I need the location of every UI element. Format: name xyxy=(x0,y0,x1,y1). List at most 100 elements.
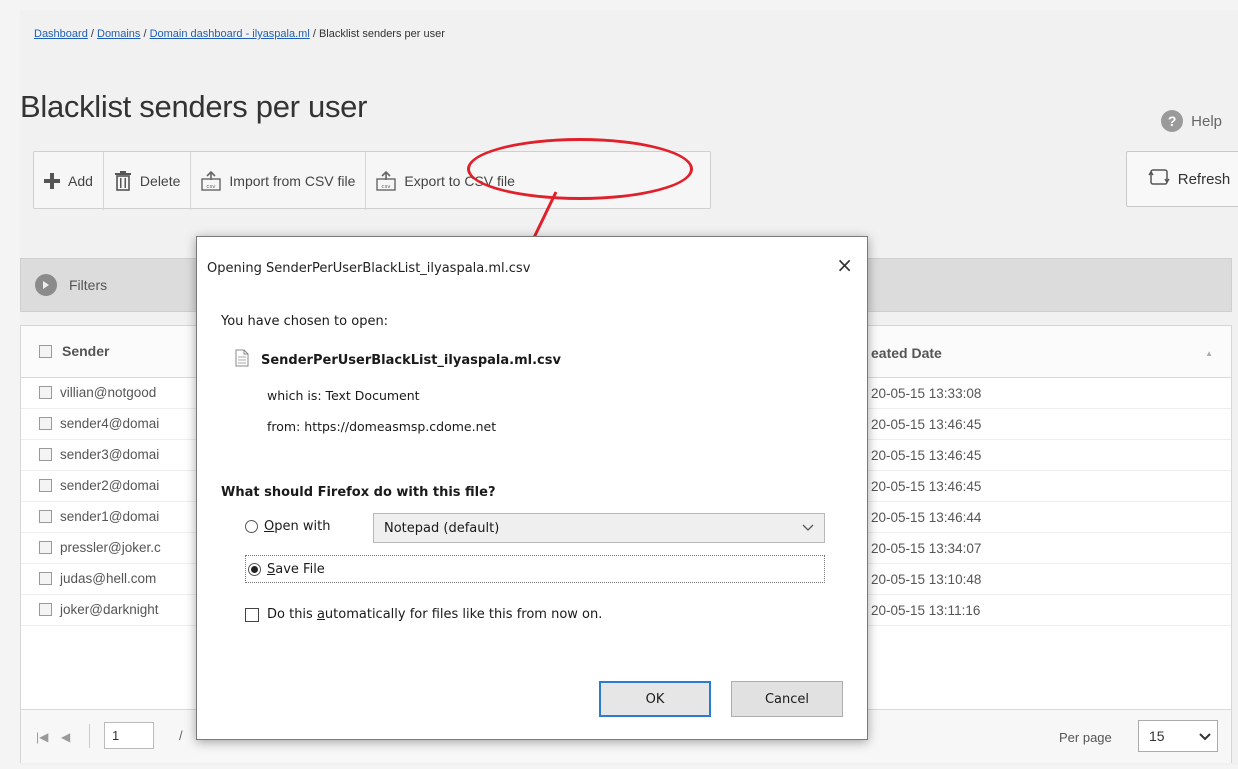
per-page-label: Per page xyxy=(1059,730,1112,745)
auto-action-label-prefix: Do this xyxy=(267,607,317,622)
breadcrumb-domain-dashboard[interactable]: Domain dashboard - ilyaspala.ml xyxy=(150,28,310,40)
breadcrumb-separator: / xyxy=(309,28,319,40)
created-date-column-header[interactable]: eated Date xyxy=(871,345,942,361)
refresh-label: Refresh xyxy=(1177,170,1231,188)
breadcrumb-separator: / xyxy=(87,28,97,40)
breadcrumb-current: Blacklist senders per user xyxy=(318,28,445,40)
date-cell: 20-05-15 13:46:44 xyxy=(871,510,982,525)
dialog-question: What should Firefox do with this file? xyxy=(221,485,496,500)
per-page-select[interactable]: 15 xyxy=(1138,720,1218,752)
date-cell: 20-05-15 13:34:07 xyxy=(871,541,982,556)
row-checkbox[interactable] xyxy=(39,448,52,461)
open-with-accesskey: O xyxy=(264,519,275,534)
sender-cell: sender1@domai xyxy=(60,509,160,524)
row-checkbox[interactable] xyxy=(39,510,52,523)
open-with-app-select[interactable]: Notepad (default) xyxy=(373,513,825,543)
per-page-value: 15 xyxy=(1149,728,1165,744)
file-source: from: https://domeasmsp.cdome.net xyxy=(267,419,497,434)
save-file-radio[interactable] xyxy=(248,562,261,576)
expand-filters-icon xyxy=(35,274,57,296)
delete-label: Delete xyxy=(139,173,181,189)
add-button[interactable]: Add xyxy=(34,152,104,210)
sender-cell: sender2@domai xyxy=(60,478,160,493)
first-page-icon[interactable]: |◀ xyxy=(36,730,48,744)
date-cell: 20-05-15 13:33:08 xyxy=(871,386,982,401)
sort-asc-icon: ▲ xyxy=(1205,349,1213,358)
prev-page-icon[interactable]: ◀ xyxy=(61,730,70,744)
sender-cell: sender4@domai xyxy=(60,416,160,431)
export-csv-button[interactable]: csv Export to CSV file xyxy=(366,152,525,210)
row-checkbox[interactable] xyxy=(39,417,52,430)
ok-button[interactable]: OK xyxy=(599,681,711,717)
breadcrumb: Dashboard / Domains / Domain dashboard -… xyxy=(34,28,445,40)
open-with-option[interactable]: Open with xyxy=(245,519,330,534)
add-label: Add xyxy=(68,173,93,189)
open-with-label: Open with xyxy=(264,519,330,534)
page-number-input[interactable]: 1 xyxy=(104,722,154,749)
help-icon: ? xyxy=(1161,110,1184,132)
page: Dashboard / Domains / Domain dashboard -… xyxy=(0,0,1238,769)
auto-action-label: Do this automatically for files like thi… xyxy=(267,607,602,622)
breadcrumb-dashboard[interactable]: Dashboard xyxy=(34,28,88,40)
save-file-option[interactable]: Save File xyxy=(245,555,825,583)
row-checkbox[interactable] xyxy=(39,479,52,492)
date-cell: 20-05-15 13:46:45 xyxy=(871,448,982,463)
pager-divider xyxy=(89,724,90,748)
sender-cell: joker@darknight xyxy=(60,602,159,617)
import-csv-label: Import from CSV file xyxy=(229,173,356,189)
text-document-icon xyxy=(235,349,249,371)
auto-action-label-rest: utomatically for files like this from no… xyxy=(324,607,603,622)
sender-cell: judas@hell.com xyxy=(60,571,157,586)
breadcrumb-separator: / xyxy=(140,28,150,40)
page-title: Blacklist senders per user xyxy=(20,89,368,124)
svg-text:csv: csv xyxy=(207,184,217,190)
sender-cell: sender3@domai xyxy=(60,447,160,462)
row-checkbox[interactable] xyxy=(39,386,52,399)
cancel-button[interactable]: Cancel xyxy=(731,681,843,717)
select-all-checkbox[interactable] xyxy=(39,344,52,358)
row-checkbox[interactable] xyxy=(39,572,52,585)
filters-label: Filters xyxy=(69,277,108,293)
sender-column-header[interactable]: Sender xyxy=(39,343,109,359)
date-cell: 20-05-15 13:46:45 xyxy=(871,479,982,494)
csv-export-icon: csv xyxy=(376,171,397,191)
delete-button[interactable]: Delete xyxy=(104,152,192,210)
save-file-label-rest: ave File xyxy=(275,561,325,577)
help-label: Help xyxy=(1191,112,1222,130)
auto-action-checkbox[interactable] xyxy=(245,607,259,622)
date-cell: 20-05-15 13:10:48 xyxy=(871,572,982,587)
auto-action-option[interactable]: Do this automatically for files like thi… xyxy=(245,607,602,622)
file-type: which is: Text Document xyxy=(267,388,420,403)
sender-cell: pressler@joker.c xyxy=(60,540,161,555)
row-checkbox[interactable] xyxy=(39,541,52,554)
export-csv-label: Export to CSV file xyxy=(404,173,515,189)
date-cell: 20-05-15 13:11:16 xyxy=(871,603,981,618)
csv-import-icon: csv xyxy=(201,171,222,191)
file-open-dialog: Opening SenderPerUserBlackList_ilyaspala… xyxy=(196,236,868,740)
chevron-down-icon xyxy=(1199,728,1211,744)
close-icon[interactable]: × xyxy=(836,253,853,277)
breadcrumb-domains[interactable]: Domains xyxy=(97,28,140,40)
chevron-down-icon xyxy=(802,521,814,536)
sender-cell: villian@notgood xyxy=(60,385,157,400)
dialog-title: Opening SenderPerUserBlackList_ilyaspala… xyxy=(207,261,531,276)
open-with-label-rest: pen with xyxy=(274,519,331,534)
sender-header-label: Sender xyxy=(62,343,110,359)
save-file-label: Save File xyxy=(267,562,325,577)
import-csv-button[interactable]: csv Import from CSV file xyxy=(191,152,367,210)
row-checkbox[interactable] xyxy=(39,603,52,616)
open-with-app-value: Notepad (default) xyxy=(384,520,500,536)
chosen-label: You have chosen to open: xyxy=(221,314,389,329)
refresh-button[interactable]: Refresh xyxy=(1126,151,1238,207)
file-info: SenderPerUserBlackList_ilyaspala.ml.csv xyxy=(235,349,561,371)
page-of-separator: / xyxy=(179,728,183,743)
file-name: SenderPerUserBlackList_ilyaspala.ml.csv xyxy=(261,352,561,368)
refresh-icon xyxy=(1148,167,1170,191)
svg-text:csv: csv xyxy=(382,184,392,190)
help-link[interactable]: ? Help xyxy=(1161,110,1222,132)
toolbar: Add Delete csv Import from CSV file csv … xyxy=(33,151,711,210)
open-with-radio[interactable] xyxy=(245,520,258,533)
date-cell: 20-05-15 13:46:45 xyxy=(871,417,982,432)
plus-icon xyxy=(44,173,60,189)
auto-action-accesskey: a xyxy=(316,607,325,622)
